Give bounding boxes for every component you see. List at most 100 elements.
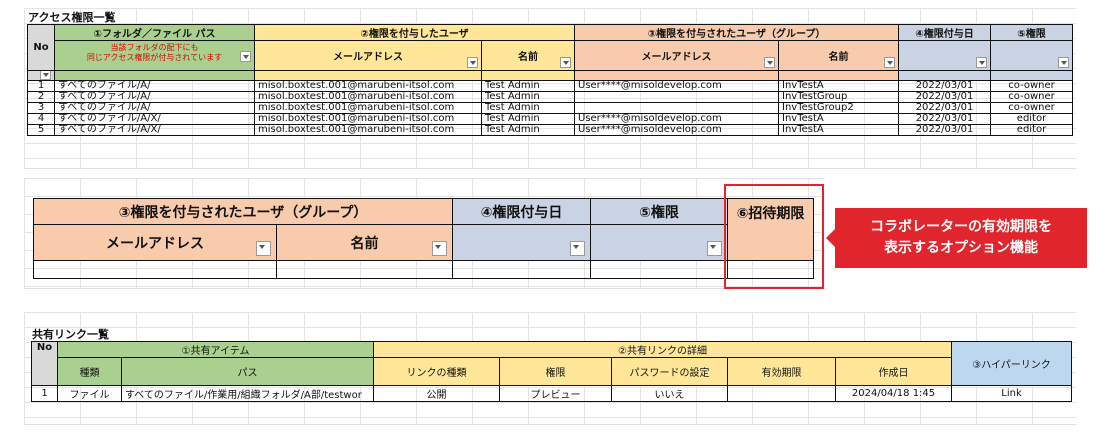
no-filter-cell	[27, 70, 55, 81]
shared-row-link-type: 公開	[373, 385, 500, 402]
table-row: 4 すべてのファイル/A/X/misol.boxtest.001@marubeni…	[27, 113, 1074, 125]
zoom-permission-filter-cell	[590, 224, 729, 261]
row-folder-path: すべてのファイル/A/	[54, 80, 255, 92]
grantee-name-header: 名前	[777, 40, 900, 71]
folder-path-note-cell: 当該フォルダの配下にも 同じアクセス権限が付与されています	[54, 40, 255, 71]
filter-row-spacer	[898, 70, 992, 81]
row-grantee-email	[574, 91, 779, 103]
zoom-empty-cell	[33, 260, 277, 279]
zoom-name-label: 名前	[350, 235, 379, 252]
row-permission: editor	[990, 124, 1074, 136]
filter-row-spacer	[54, 70, 255, 81]
zoom-empty-cell	[590, 260, 729, 279]
row-grantor-name: Test Admin	[481, 113, 575, 125]
filter-row-spacer	[990, 70, 1074, 81]
row-grantee-email: User****@misoldevelop.com	[574, 124, 779, 136]
filter-row-spacer	[574, 70, 779, 81]
zoom-name-header: 名前	[275, 224, 454, 261]
shared-no-header: No	[31, 341, 58, 386]
callout-line2: 表示するオプション機能	[884, 240, 1038, 256]
row-no: 4	[27, 113, 55, 125]
row-folder-path: すべてのファイル/A/X/	[54, 124, 255, 136]
row-permission: co-owner	[990, 91, 1074, 103]
grantor-name-header: 名前	[481, 40, 575, 71]
grantee-name-filter-icon[interactable]	[884, 57, 896, 68]
row-no: 2	[27, 91, 55, 103]
shared-row-created: 2024/04/18 1:45	[834, 385, 953, 402]
zoom-name-filter-icon[interactable]	[432, 241, 448, 256]
row-permission: co-owner	[990, 80, 1074, 92]
row-no: 5	[27, 124, 55, 136]
zoom-empty-cell	[275, 260, 454, 279]
shared-row-no: 1	[31, 385, 58, 402]
grantee-email-filter-icon[interactable]	[764, 57, 775, 68]
row-grantor-name: Test Admin	[481, 80, 575, 92]
row-grantor-email: misol.boxtest.001@marubeni-itsol.com	[254, 124, 482, 136]
zoom-email-header: メールアドレス	[33, 224, 277, 261]
folder-note-line1: 当該フォルダの配下にも	[110, 43, 199, 52]
row-grantee-name: InvTestA	[777, 124, 900, 136]
grantor-email-header: メールアドレス	[254, 40, 482, 71]
zoom-email-filter-icon[interactable]	[256, 241, 271, 256]
row-grantor-name: Test Admin	[481, 124, 575, 136]
zoom-empty-cell	[452, 260, 592, 279]
shared-row-permission: プレビュー	[499, 385, 612, 402]
grant-date-header: ④権限付与日	[898, 24, 992, 41]
grantor-name-filter-icon[interactable]	[560, 57, 571, 68]
grantor-name-label: 名前	[518, 52, 538, 63]
permission-filter-icon[interactable]	[1058, 57, 1070, 68]
access-list-title: アクセス権限一覧	[28, 11, 116, 24]
granting-user-header: ②権限を付与したユーザ	[254, 24, 575, 41]
row-grantor-email: misol.boxtest.001@marubeni-itsol.com	[254, 102, 482, 114]
grantee-email-header: メールアドレス	[574, 40, 779, 71]
row-grantee-email: User****@misoldevelop.com	[574, 113, 779, 125]
shared-row-password: いいえ	[611, 385, 728, 402]
folder-note-line2: 同じアクセス権限が付与されています	[86, 53, 223, 62]
shared-row-hyperlink[interactable]: Link	[951, 385, 1073, 402]
permission-header: ⑤権限	[990, 24, 1074, 41]
zoom-permission-filter-icon[interactable]	[707, 241, 723, 256]
shared-list-title: 共有リンク一覧	[32, 328, 109, 341]
table-row: 2 すべてのファイル/A/misol.boxtest.001@marubeni-i…	[27, 91, 1074, 103]
shared-row-type: ファイル	[57, 385, 122, 402]
table-row: 5 すべてのファイル/A/X/misol.boxtest.001@marubeni…	[27, 124, 1074, 136]
row-grant-date: 2022/03/01	[898, 113, 992, 125]
created-date-header: 作成日	[834, 357, 953, 386]
password-setting-header: パスワードの設定	[611, 357, 728, 386]
permission-filter-cell	[990, 40, 1074, 71]
no-filter-icon[interactable]	[40, 71, 51, 80]
grant-date-filter-icon[interactable]	[976, 57, 988, 68]
grant-date-filter-cell	[898, 40, 992, 71]
zoom-granted-user-header: ③権限を付与されたユーザ（グループ）	[32, 198, 454, 225]
grantee-name-label: 名前	[828, 52, 849, 63]
item-type-header: 種類	[57, 357, 122, 386]
zoom-grant-date-filter-icon[interactable]	[570, 241, 586, 256]
folder-path-header: ①フォルダ／ファイル パス	[54, 24, 255, 41]
row-grantor-name: Test Admin	[481, 102, 575, 114]
expiry-header: 有効期限	[727, 357, 836, 386]
item-path-header: パス	[121, 357, 374, 386]
shared-row-path: すべてのファイル/作業用/組織フォルダ/A部/testwor	[121, 385, 374, 402]
shared-link-table: No ①共有アイテム ②共有リンクの詳細 ③ハイパーリンク 種類 パス リンクの…	[31, 341, 1073, 402]
option-feature-callout: コラボレーターの有効期限を 表示するオプション機能	[835, 208, 1087, 268]
link-permission-header: 権限	[499, 357, 612, 386]
row-grantor-name: Test Admin	[481, 91, 575, 103]
link-details-header: ②共有リンクの詳細	[372, 341, 953, 358]
table-row: 3 すべてのファイル/A/misol.boxtest.001@marubeni-i…	[27, 102, 1074, 114]
row-folder-path: すべてのファイル/A/	[54, 91, 255, 103]
grantor-email-filter-icon[interactable]	[467, 57, 478, 68]
row-no: 3	[27, 102, 55, 114]
filter-row-spacer	[254, 70, 482, 81]
row-folder-path: すべてのファイル/A/	[54, 102, 255, 114]
filter-row-spacer	[481, 70, 575, 81]
row-grantor-email: misol.boxtest.001@marubeni-itsol.com	[254, 80, 482, 92]
row-grantee-email: User****@misoldevelop.com	[574, 80, 779, 92]
invite-expiry-highlight-frame	[724, 184, 824, 289]
row-permission: editor	[990, 113, 1074, 125]
folder-path-filter-icon[interactable]	[240, 51, 251, 62]
filter-row-spacer	[777, 70, 900, 81]
row-folder-path: すべてのファイル/A/X/	[54, 113, 255, 125]
zoom-grant-date-header: ④権限付与日	[452, 198, 592, 225]
zoom-grant-date-filter-cell	[452, 224, 592, 261]
row-grant-date: 2022/03/01	[898, 124, 992, 136]
